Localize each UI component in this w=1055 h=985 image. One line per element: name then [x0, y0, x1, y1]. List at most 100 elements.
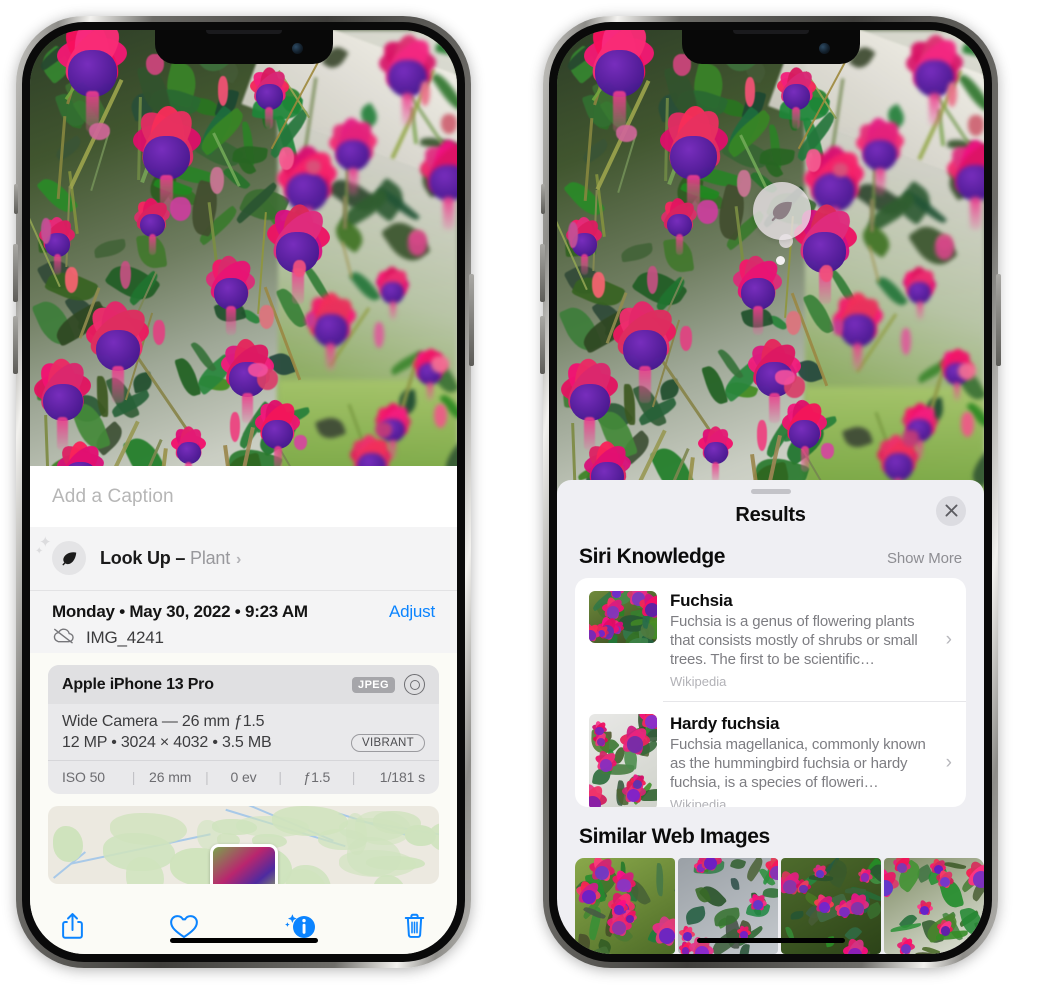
icloud-slash-icon	[52, 627, 75, 649]
right-phone-frame: Results Siri Knowledge Show More Fuchsia…	[540, 16, 1001, 968]
heart-icon[interactable]	[169, 913, 199, 940]
map-green-area	[372, 875, 407, 884]
mute-switch[interactable]	[14, 184, 18, 214]
photo-bud	[901, 430, 919, 447]
photo-bud	[374, 421, 392, 439]
visual-look-up-anchor-dot	[776, 256, 785, 265]
photo-bud	[293, 434, 307, 450]
photo-bud	[434, 404, 447, 429]
home-indicator[interactable]	[169, 938, 318, 943]
photo-bud	[901, 327, 911, 355]
thumbnail-corolla	[861, 873, 870, 882]
share-icon[interactable]	[60, 911, 85, 941]
look-up-row[interactable]: ✦ ✦ Look Up – Plant ›	[30, 527, 457, 591]
web-image-1[interactable]	[575, 858, 675, 954]
photo-blossom-corolla	[595, 50, 644, 97]
photo-blossom-stamen	[53, 253, 61, 275]
thumbnail-foliage	[730, 877, 740, 890]
photo-blossom-stamen	[916, 301, 924, 321]
map-green-area	[212, 819, 257, 835]
left-phone-bezel: Add a Caption ✦ ✦ Look Up – Plant › Mond…	[22, 22, 465, 962]
camera-card-header: Apple iPhone 13 Pro JPEG	[48, 665, 439, 704]
photo-bud	[833, 163, 848, 177]
look-up-label: Look Up	[100, 547, 171, 568]
right-phone-bezel: Results Siri Knowledge Show More Fuchsia…	[549, 22, 992, 962]
photo-bud	[647, 265, 658, 295]
photo-viewer[interactable]	[557, 30, 984, 500]
location-map-preview[interactable]	[48, 806, 439, 884]
power-button[interactable]	[996, 274, 1001, 366]
adjust-button[interactable]: Adjust	[389, 602, 435, 622]
show-more-button[interactable]: Show More	[887, 550, 962, 567]
photo-blossom-stamen	[800, 445, 810, 472]
info-sparkle-icon[interactable]	[284, 911, 318, 941]
map-green-area	[373, 810, 422, 834]
knowledge-thumbnail	[589, 713, 657, 807]
volume-down-button[interactable]	[540, 316, 545, 374]
power-button[interactable]	[469, 274, 474, 366]
caption-placeholder[interactable]: Add a Caption	[52, 486, 435, 508]
photo-bud	[567, 221, 578, 248]
photo-blossom-corolla	[313, 314, 348, 347]
photo-blossom-stamen	[753, 306, 763, 335]
exif-iso: ISO 50	[62, 769, 105, 785]
photo-blossom-stamen	[402, 92, 414, 126]
photo-blossom-stamen	[929, 92, 941, 126]
photo-blossom-corolla	[883, 453, 913, 481]
thumbnail-corolla	[644, 714, 657, 730]
mute-switch[interactable]	[541, 184, 545, 214]
photo-blossom-stamen	[242, 392, 253, 423]
photo-blossom-stamen	[852, 342, 863, 372]
map-green-area	[271, 806, 348, 837]
close-icon[interactable]	[936, 495, 966, 526]
photo-bud	[279, 146, 294, 170]
map-green-area	[347, 837, 401, 877]
photo-bud	[737, 170, 751, 197]
photo-bud	[430, 355, 449, 374]
photo-stem	[342, 195, 347, 229]
knowledge-title: Hardy fuchsia	[670, 713, 780, 733]
exif-shutter: 1/181 s	[379, 769, 426, 785]
photo-blossom-stamen	[769, 392, 780, 423]
thumbnail-corolla	[599, 759, 613, 772]
thumbnail-foliage	[943, 860, 966, 871]
results-title: Results	[735, 503, 806, 526]
photo-blossom-corolla	[285, 172, 328, 212]
photo-bud	[615, 124, 637, 143]
aperture-icon	[404, 674, 425, 695]
caption-field-row[interactable]: Add a Caption	[30, 466, 457, 527]
photo-bud	[961, 412, 974, 437]
photo-blossom-corolla	[782, 84, 810, 110]
photo-blossom-stamen	[389, 439, 397, 461]
camera-device-name: Apple iPhone 13 Pro	[62, 675, 214, 693]
volume-up-button[interactable]	[13, 244, 18, 302]
lens-info: Wide Camera — 26 mm ƒ1.5	[62, 713, 265, 730]
photo-bud	[408, 232, 428, 256]
thumbnail-corolla	[581, 889, 596, 904]
photo-bud	[947, 81, 957, 107]
chevron-right-icon: ›	[945, 751, 952, 773]
photo-bud	[293, 259, 306, 277]
volume-up-button[interactable]	[540, 244, 545, 302]
trash-icon[interactable]	[402, 911, 427, 941]
map-photo-pin[interactable]	[209, 844, 278, 884]
home-indicator[interactable]	[696, 938, 845, 943]
volume-down-button[interactable]	[13, 316, 18, 374]
photo-bud	[820, 264, 833, 282]
visual-look-up-badge[interactable]	[753, 182, 811, 240]
photo-blossom-corolla	[570, 384, 610, 422]
exif-aperture: ƒ1.5	[303, 769, 331, 785]
photo-viewer[interactable]	[30, 30, 457, 490]
knowledge-row[interactable]: Fuchsia Fuchsia is a genus of flowering …	[575, 578, 966, 701]
photo-bud	[40, 217, 51, 244]
similar-web-images-title: Similar Web Images	[579, 825, 770, 848]
photo-blossom-stamen	[875, 167, 885, 196]
leaf-icon: ✦ ✦	[35, 534, 86, 575]
photo-blossom-stamen	[792, 106, 800, 129]
camera-info-card: Apple iPhone 13 Pro JPEG Wide Camera — 2…	[48, 665, 439, 794]
thumbnail-corolla	[644, 603, 657, 618]
photo-bud	[968, 115, 984, 136]
knowledge-row[interactable]: Hardy fuchsia Fuchsia magellanica, commo…	[575, 700, 966, 807]
results-sheet: Results Siri Knowledge Show More Fuchsia…	[557, 480, 984, 954]
web-image-4[interactable]	[884, 858, 984, 954]
